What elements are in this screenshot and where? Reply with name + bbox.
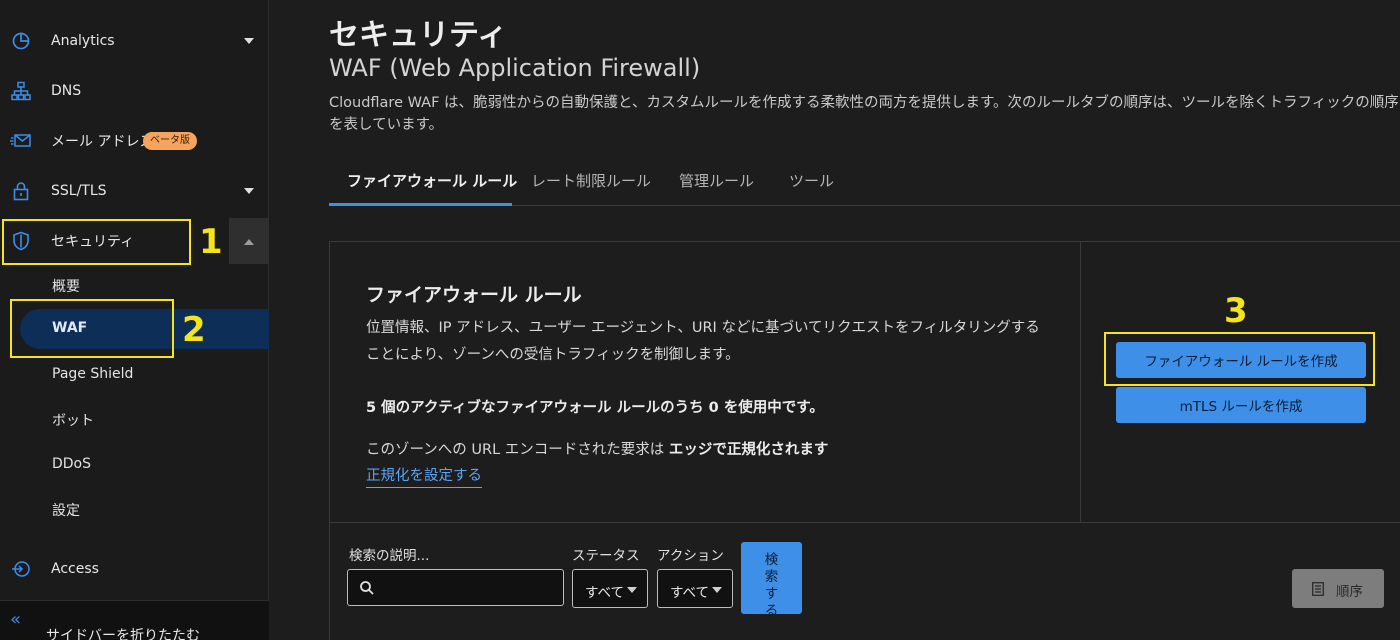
- collapse-sidebar-label: サイドバーを折りたたむ: [46, 628, 200, 640]
- page-title: セキュリティ: [329, 18, 508, 53]
- collapse-security-button[interactable]: [229, 218, 269, 264]
- sidebar-item-analytics[interactable]: Analytics: [0, 21, 269, 61]
- action-select-value: すべて: [670, 585, 710, 601]
- active-tab-indicator: [329, 203, 512, 206]
- card-title: ファイアウォール ルール: [366, 284, 582, 306]
- card-description: 位置情報、IP アドレス、ユーザー エージェント、URI などに基づいてリクエス…: [366, 320, 1040, 363]
- normalization-text: このゾーンへの URL エンコードされた要求は エッジで正規化されます: [366, 438, 828, 459]
- sidebar-item-label: Access: [51, 561, 99, 577]
- order-button[interactable]: 順序: [1292, 569, 1384, 608]
- collapse-sidebar-button[interactable]: « サイドバーを折りたたむ: [0, 600, 269, 640]
- tab-managed-rules[interactable]: 管理ルール: [679, 170, 754, 191]
- create-mtls-rule-button[interactable]: mTLS ルールを作成: [1116, 387, 1366, 423]
- sidebar-item-email[interactable]: メール アドレス ベータ版: [0, 121, 269, 161]
- search-icon: [359, 580, 375, 596]
- order-button-label: 順序: [1336, 584, 1363, 600]
- annotation-box-2: [10, 299, 174, 358]
- search-field[interactable]: [347, 569, 564, 606]
- beta-badge: ベータ版: [143, 132, 197, 150]
- sidebar-item-label: メール アドレス: [51, 134, 154, 150]
- sidebar-sub-bots[interactable]: ボット: [52, 410, 94, 430]
- action-label: アクション: [657, 548, 724, 564]
- rule-tabs: ファイアウォール ルール レート制限ルール 管理ルール ツール: [329, 156, 1400, 206]
- order-list-icon: [1312, 581, 1324, 596]
- status-label: ステータス: [572, 548, 640, 564]
- search-input[interactable]: [382, 576, 557, 600]
- access-icon: [10, 558, 32, 580]
- double-chevron-left-icon: «: [10, 609, 22, 630]
- chevron-down-icon: [627, 587, 637, 593]
- chevron-up-icon: [244, 239, 254, 245]
- pie-chart-icon: [10, 30, 32, 52]
- sidebar-item-dns[interactable]: DNS: [0, 71, 269, 111]
- sidebar-item-label: Analytics: [51, 33, 115, 49]
- annotation-number-2: 2: [182, 310, 206, 350]
- sidebar-item-label: SSL/TLS: [51, 183, 107, 199]
- sidebar-item-access[interactable]: Access: [0, 549, 269, 589]
- configure-normalization-link[interactable]: 正規化を設定する: [366, 464, 482, 488]
- page-description: Cloudflare WAF は、脆弱性からの自動保護と、カスタムルールを作成す…: [329, 95, 1399, 133]
- tab-rate-limiting-rules[interactable]: レート制限ルール: [531, 170, 651, 191]
- status-select[interactable]: すべて: [572, 569, 648, 608]
- annotation-box-3: [1104, 332, 1375, 386]
- status-select-value: すべて: [585, 585, 625, 601]
- chevron-down-icon: [712, 587, 722, 593]
- sidebar-item-label: DNS: [51, 83, 82, 99]
- sidebar-sub-ddos[interactable]: DDoS: [52, 456, 91, 472]
- page-subtitle: WAF (Web Application Firewall): [329, 54, 701, 82]
- sidebar-sub-overview[interactable]: 概要: [52, 276, 80, 296]
- normalization-prefix: このゾーンへの URL エンコードされた要求は: [366, 442, 669, 458]
- chevron-down-icon: [244, 188, 254, 194]
- divider: [1080, 242, 1081, 523]
- search-button-label: 検索する: [764, 552, 779, 619]
- search-label: 検索の説明...: [349, 548, 430, 564]
- annotation-number-3: 3: [1224, 291, 1248, 331]
- sidebar-item-ssl-tls[interactable]: SSL/TLS: [0, 171, 269, 211]
- search-button[interactable]: 検索する: [741, 542, 802, 619]
- chevron-down-icon: [244, 38, 254, 44]
- normalization-status: エッジで正規化されます: [668, 442, 829, 458]
- sidebar-sub-page-shield[interactable]: Page Shield: [52, 366, 133, 382]
- tab-firewall-rules[interactable]: ファイアウォール ルール: [347, 170, 517, 191]
- annotation-number-1: 1: [199, 222, 223, 262]
- sidebar-sub-settings[interactable]: 設定: [52, 500, 80, 520]
- lock-icon: [10, 180, 32, 202]
- tab-tools[interactable]: ツール: [789, 170, 834, 191]
- action-select[interactable]: すべて: [657, 569, 733, 608]
- rule-usage-text: 5 個のアクティブなファイアウォール ルールのうち 0 を使用中です。: [366, 400, 824, 416]
- dns-network-icon: [10, 80, 32, 102]
- divider: [330, 522, 1400, 523]
- mail-icon: [10, 130, 32, 152]
- annotation-box-1: [2, 219, 191, 265]
